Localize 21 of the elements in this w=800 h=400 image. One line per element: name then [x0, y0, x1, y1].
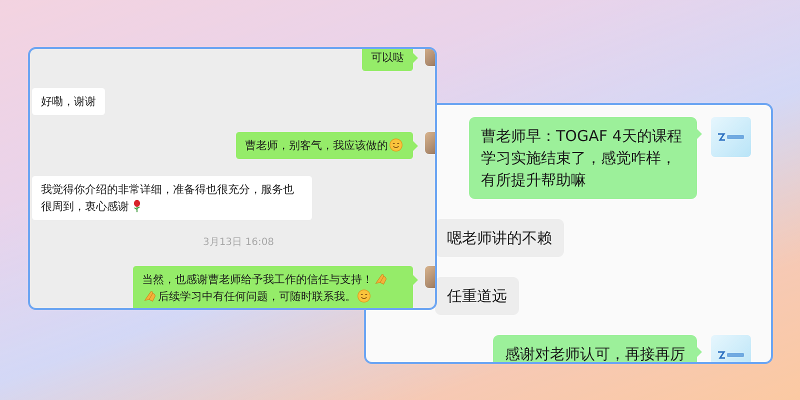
- logo-icon: [717, 350, 745, 360]
- bubble-tail: [413, 141, 418, 151]
- smiling-face-icon: [389, 138, 403, 152]
- received-message-bubble: 好嘞，谢谢: [32, 88, 105, 115]
- logo-icon: [717, 132, 745, 142]
- sent-message-bubble: 曹老师早：TOGAF 4天的课程学习实施结束了，感觉咋样，有所提升帮助嘛: [469, 117, 697, 199]
- received-message-bubble: 任重道远: [435, 277, 519, 315]
- bubble-tail: [697, 129, 702, 139]
- folded-hands-icon: [374, 272, 388, 286]
- sent-message-bubble: 当然，也感谢曹老师给予我工作的信任与支持！ 后续学习中有任何问题，可随时联系我。: [133, 266, 413, 308]
- sent-message-bubble: 可以哒: [362, 49, 413, 71]
- bubble-tail: [413, 275, 418, 285]
- timestamp: 3月13日 16:08: [202, 237, 274, 249]
- bubble-tail: [413, 53, 418, 63]
- received-message-bubble: 我觉得你介绍的非常详细，准备得也很充分，服务也很周到，衷心感谢: [32, 176, 312, 220]
- received-message-bubble: 嗯老师讲的不赖: [435, 219, 564, 257]
- sent-message-bubble: 感谢对老师认可，再接再厉: [493, 335, 697, 362]
- folded-hands-icon: [143, 289, 157, 303]
- bubble-tail: [697, 347, 702, 357]
- smiling-face-icon: [357, 289, 371, 303]
- sent-message-bubble: 曹老师，别客气，我应该做的: [236, 132, 413, 159]
